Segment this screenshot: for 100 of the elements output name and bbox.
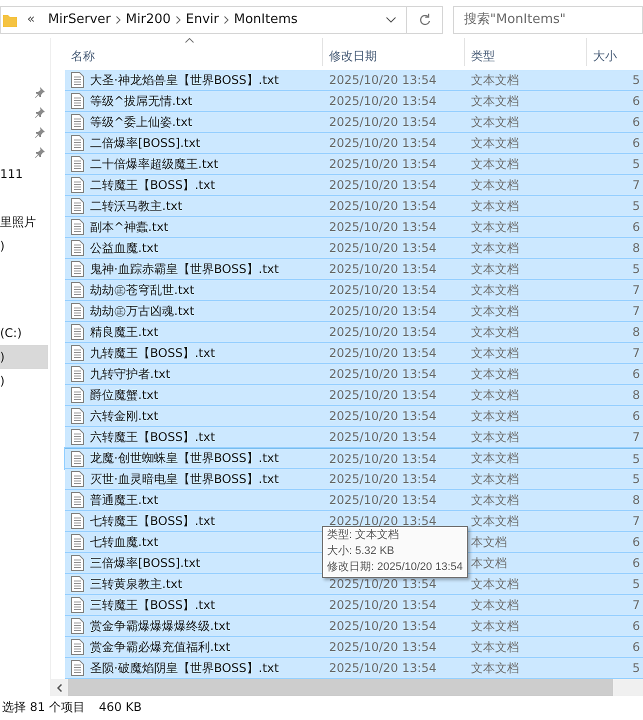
file-size: 8 [632, 241, 640, 255]
file-type: 文本文档 [471, 451, 519, 465]
file-type: 文本文档 [471, 220, 519, 234]
file-type: 文本文档 [471, 618, 519, 632]
file-size: 7 [632, 304, 640, 318]
file-size: 6 [632, 136, 640, 150]
modified-date: 2025/10/20 13:54 [329, 367, 437, 381]
modified-date: 2025/10/20 13:54 [329, 619, 437, 633]
modified-date: 2025/10/20 13:54 [329, 325, 437, 339]
file-type: 文本文档 [471, 72, 519, 86]
file-type: 文本文档 [471, 94, 519, 108]
modified-date: 2025/10/20 13:54 [329, 640, 437, 654]
file-name: 七转魔王【BOSS】.txt [90, 512, 216, 530]
file-name: 鬼神·血踪赤霸皇【世界BOSS】.txt [90, 260, 279, 278]
file-size: 8 [632, 325, 640, 339]
modified-date: 2025/10/20 13:54 [329, 514, 437, 528]
modified-date: 2025/10/20 13:54 [329, 157, 437, 171]
file-name: 劫劫㊣万古凶魂.txt [90, 302, 194, 320]
modified-date: 2025/10/20 13:54 [329, 178, 437, 192]
file-name: 精良魔王.txt [90, 324, 158, 340]
modified-date: 2025/10/20 13:54 [329, 241, 437, 255]
file-type: 文本文档 [471, 324, 519, 338]
file-type: 文本文档 [471, 198, 519, 212]
file-type: 文本文档 [471, 262, 519, 276]
file-type: 文本文档 [471, 114, 519, 128]
tooltip-line: 修改日期: 2025/10/20 13:54 [327, 560, 463, 575]
file-size: 6 [632, 115, 640, 129]
modified-date: 2025/10/20 13:54 [329, 598, 437, 612]
file-name: 副本^神蠹.txt [90, 218, 168, 236]
file-size: 5 [632, 577, 640, 591]
file-size: 6 [632, 619, 640, 633]
modified-date: 2025/10/20 13:54 [329, 388, 437, 402]
selection-size: 460 KB [98, 700, 142, 714]
file-name: 灭世·血灵暗电皇【世界BOSS】.txt [90, 470, 279, 488]
file-type: 文本文档 [471, 240, 519, 254]
file-size: 6 [632, 220, 640, 234]
file-type: 文本文档 [471, 346, 519, 360]
file-type: 文本文档 [471, 408, 519, 422]
file-type: 文本文档 [471, 660, 519, 674]
file-type: 文本文档 [471, 282, 519, 296]
modified-date: 2025/10/20 13:54 [329, 452, 437, 466]
file-size: 8 [632, 493, 640, 507]
file-name: 普通魔王.txt [90, 492, 158, 508]
file-type: 文本文档 [471, 472, 519, 486]
file-type: 文本文档 [471, 640, 519, 654]
file-size: 5 [632, 452, 640, 466]
modified-date: 2025/10/20 13:54 [329, 430, 437, 444]
file-size: 8 [632, 388, 640, 402]
file-size: 6 [632, 640, 640, 654]
file-size: 6 [632, 94, 640, 108]
file-type: 文本文档 [471, 492, 519, 506]
modified-date: 2025/10/20 13:54 [329, 472, 437, 486]
modified-date: 2025/10/20 13:54 [329, 304, 437, 318]
file-size: 6 [632, 409, 640, 423]
file-name: 公益血魔.txt [90, 240, 158, 256]
file-size: 5 [632, 661, 640, 675]
modified-date: 2025/10/20 13:54 [329, 346, 437, 360]
file-size: 7 [632, 430, 640, 444]
selection-count: 选择 81 个项目 [2, 698, 85, 716]
modified-date: 2025/10/20 13:54 [329, 577, 437, 591]
file-size: 7 [632, 514, 640, 528]
file-name: 赏金争霸必爆充值福利.txt [90, 638, 230, 656]
file-name: 三倍爆率[BOSS].txt [90, 554, 200, 572]
modified-date: 2025/10/20 13:54 [329, 493, 437, 507]
modified-date: 2025/10/20 13:54 [329, 661, 437, 675]
file-name: 九转守护者.txt [90, 366, 170, 382]
modified-date: 2025/10/20 13:54 [329, 262, 437, 276]
file-size: 7 [632, 178, 640, 192]
file-size: 5 [632, 472, 640, 486]
file-type: 文本文档 [471, 304, 519, 318]
file-type: 文本文档 [471, 178, 519, 192]
file-type: 文本文档 [471, 430, 519, 444]
modified-date: 2025/10/20 13:54 [329, 220, 437, 234]
file-size: 6 [632, 556, 640, 570]
file-size: 5 [632, 73, 640, 87]
file-size: 5 [632, 157, 640, 171]
file-type: 文本文档 [471, 366, 519, 380]
file-type: 本文档 [471, 534, 507, 548]
file-size: 5 [632, 199, 640, 213]
file-type: 文本文档 [471, 598, 519, 612]
modified-date: 2025/10/20 13:54 [329, 115, 437, 129]
tooltip-line: 大小: 5.32 KB [327, 544, 396, 559]
modified-date: 2025/10/20 13:54 [329, 283, 437, 297]
file-name: 圣陨·破魔焰阴皇【世界BOSS】.txt [90, 660, 279, 676]
file-name: 二十倍爆率超级魔王.txt [90, 156, 218, 172]
file-size: 7 [632, 283, 640, 297]
file-type: 文本文档 [471, 576, 519, 590]
file-size: 7 [632, 598, 640, 612]
file-size: 7 [632, 346, 640, 360]
modified-date: 2025/10/20 13:54 [329, 199, 437, 213]
file-type: 文本文档 [471, 388, 519, 402]
modified-date: 2025/10/20 13:54 [329, 94, 437, 108]
file-name: 龙魔·创世蜘蛛皇【世界BOSS】.txt [90, 450, 279, 467]
file-name: 爵位魔蟹.txt [90, 386, 158, 404]
file-name: 七转血魔.txt [90, 534, 158, 550]
file-name: 六转魔王【BOSS】.txt [90, 428, 216, 446]
file-size: 5 [632, 262, 640, 276]
file-name: 等级^拔屌无情.txt [90, 92, 192, 110]
file-type: 文本文档 [471, 136, 519, 150]
file-name: 二倍爆率[BOSS].txt [90, 134, 200, 152]
